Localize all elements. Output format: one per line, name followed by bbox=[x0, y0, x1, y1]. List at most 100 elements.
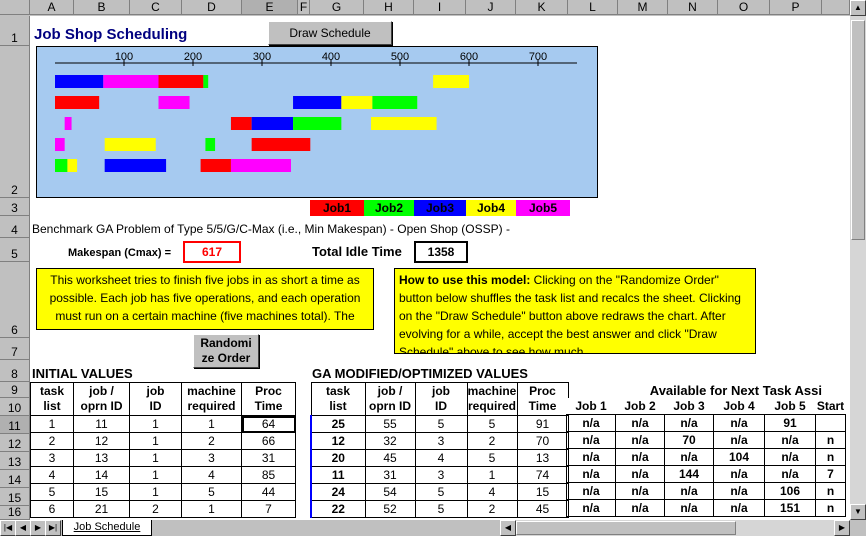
table-cell[interactable]: 5 bbox=[414, 415, 468, 433]
row-header-1[interactable]: 1 bbox=[0, 16, 30, 46]
table-cell[interactable]: 7 bbox=[815, 465, 846, 483]
table-cell[interactable]: 144 bbox=[664, 465, 714, 483]
draw-schedule-button[interactable]: Draw Schedule bbox=[268, 21, 392, 45]
col-header-c[interactable]: C bbox=[130, 0, 182, 15]
table-cell[interactable]: n/a bbox=[615, 414, 665, 432]
table-cell[interactable]: 2 bbox=[30, 432, 74, 450]
table-cell[interactable]: 5 bbox=[466, 449, 518, 467]
table-cell[interactable]: 15 bbox=[516, 483, 569, 501]
col-header-b[interactable]: B bbox=[74, 0, 130, 15]
table-cell[interactable]: 20 bbox=[310, 449, 366, 467]
col-header-j[interactable]: J bbox=[466, 0, 516, 15]
row-header-5[interactable]: 5 bbox=[0, 238, 30, 262]
table-cell[interactable]: 5 bbox=[414, 483, 468, 501]
col-header-q[interactable] bbox=[822, 0, 850, 15]
table-cell[interactable]: n/a bbox=[764, 431, 816, 449]
table-cell[interactable]: 52 bbox=[364, 500, 416, 518]
prev-sheet-icon[interactable]: ◀ bbox=[15, 520, 31, 536]
table-cell[interactable]: n/a bbox=[713, 414, 765, 432]
table-cell[interactable]: n/a bbox=[713, 482, 765, 500]
table-cell[interactable]: n/a bbox=[664, 499, 714, 517]
col-header-n[interactable]: N bbox=[668, 0, 718, 15]
table-cell[interactable]: 12 bbox=[310, 432, 366, 450]
table-cell[interactable]: n/a bbox=[566, 482, 616, 500]
scroll-right-icon[interactable]: ▶ bbox=[834, 520, 850, 536]
table-cell[interactable]: n bbox=[815, 448, 846, 466]
table-cell[interactable]: 32 bbox=[364, 432, 416, 450]
col-header-m[interactable]: M bbox=[618, 0, 668, 15]
table-cell[interactable]: 3 bbox=[414, 466, 468, 484]
row-header-14[interactable]: 14 bbox=[0, 470, 30, 488]
table-cell[interactable]: n/a bbox=[615, 482, 665, 500]
table-cell[interactable]: n/a bbox=[713, 431, 765, 449]
table-cell[interactable]: n/a bbox=[566, 499, 616, 517]
row-header-8[interactable]: 8 bbox=[0, 360, 30, 382]
table-cell[interactable]: 4 bbox=[414, 449, 468, 467]
table-cell[interactable]: 2 bbox=[466, 500, 518, 518]
table-cell[interactable]: 151 bbox=[764, 499, 816, 517]
table-cell[interactable]: 1 bbox=[129, 415, 182, 433]
table-cell[interactable]: 1 bbox=[181, 415, 242, 433]
table-cell[interactable]: 22 bbox=[310, 500, 366, 518]
table-cell[interactable]: 3 bbox=[30, 449, 74, 467]
table-cell[interactable]: 45 bbox=[516, 500, 569, 518]
col-header-d[interactable]: D bbox=[182, 0, 242, 15]
randomize-order-button[interactable]: Randomi ze Order bbox=[193, 334, 259, 368]
table-cell[interactable]: 64 bbox=[241, 415, 296, 433]
table-cell[interactable]: 2 bbox=[466, 432, 518, 450]
table-cell[interactable]: 3 bbox=[414, 432, 468, 450]
table-cell[interactable]: 1 bbox=[129, 449, 182, 467]
table-cell[interactable]: 31 bbox=[241, 449, 296, 467]
sheet-tab-job-schedule[interactable]: Job Schedule bbox=[62, 520, 152, 536]
table-cell[interactable]: n/a bbox=[615, 448, 665, 466]
row-header-12[interactable]: 12 bbox=[0, 434, 30, 452]
first-sheet-icon[interactable]: |◀ bbox=[0, 520, 16, 536]
scroll-down-icon[interactable]: ▼ bbox=[850, 504, 866, 520]
col-header-h[interactable]: H bbox=[364, 0, 414, 15]
table-cell[interactable]: 5 bbox=[181, 483, 242, 501]
table-cell[interactable]: 45 bbox=[364, 449, 416, 467]
table-cell[interactable]: n/a bbox=[664, 482, 714, 500]
col-header-o[interactable]: O bbox=[718, 0, 770, 15]
row-header-7[interactable]: 7 bbox=[0, 338, 30, 360]
table-cell[interactable]: 3 bbox=[181, 449, 242, 467]
table-cell[interactable]: 6 bbox=[30, 500, 74, 518]
table-cell[interactable]: 5 bbox=[414, 500, 468, 518]
table-cell[interactable]: n/a bbox=[615, 499, 665, 517]
table-cell[interactable]: n bbox=[815, 482, 846, 500]
table-cell[interactable]: 11 bbox=[73, 415, 130, 433]
gantt-chart[interactable]: 100 200 300 400 500 600 700 bbox=[36, 46, 598, 198]
table-cell[interactable]: n/a bbox=[764, 448, 816, 466]
table-cell[interactable]: 74 bbox=[516, 466, 569, 484]
col-header-p[interactable]: P bbox=[770, 0, 822, 15]
table-cell[interactable]: n/a bbox=[664, 414, 714, 432]
table-cell[interactable]: 1 bbox=[129, 466, 182, 484]
table-cell[interactable]: 70 bbox=[664, 431, 714, 449]
table-cell[interactable]: n/a bbox=[713, 499, 765, 517]
table-cell[interactable]: 13 bbox=[516, 449, 569, 467]
select-all-corner[interactable] bbox=[0, 0, 30, 15]
table-cell[interactable]: 4 bbox=[181, 466, 242, 484]
table-cell[interactable]: 5 bbox=[30, 483, 74, 501]
table-cell[interactable]: n/a bbox=[615, 465, 665, 483]
table-cell[interactable]: 1 bbox=[129, 483, 182, 501]
row-header-11[interactable]: 11 bbox=[0, 416, 30, 434]
row-header-3[interactable]: 3 bbox=[0, 198, 30, 216]
table-cell[interactable]: 66 bbox=[241, 432, 296, 450]
scroll-up-icon[interactable]: ▲ bbox=[850, 0, 866, 16]
table-cell[interactable]: 31 bbox=[364, 466, 416, 484]
table-cell[interactable]: 1 bbox=[30, 415, 74, 433]
table-cell[interactable]: n bbox=[815, 499, 846, 517]
col-header-e[interactable]: E bbox=[242, 0, 298, 15]
table-cell[interactable]: 4 bbox=[466, 483, 518, 501]
table-cell[interactable]: 5 bbox=[466, 415, 518, 433]
table-cell[interactable]: n/a bbox=[566, 414, 616, 432]
table-cell[interactable]: 1 bbox=[181, 500, 242, 518]
table-cell[interactable]: 55 bbox=[364, 415, 416, 433]
col-header-k[interactable]: K bbox=[516, 0, 568, 15]
table-cell[interactable]: 104 bbox=[713, 448, 765, 466]
table-cell[interactable]: 24 bbox=[310, 483, 366, 501]
last-sheet-icon[interactable]: ▶| bbox=[45, 520, 61, 536]
col-header-f[interactable]: F bbox=[298, 0, 310, 15]
row-header-6[interactable]: 6 bbox=[0, 262, 30, 338]
